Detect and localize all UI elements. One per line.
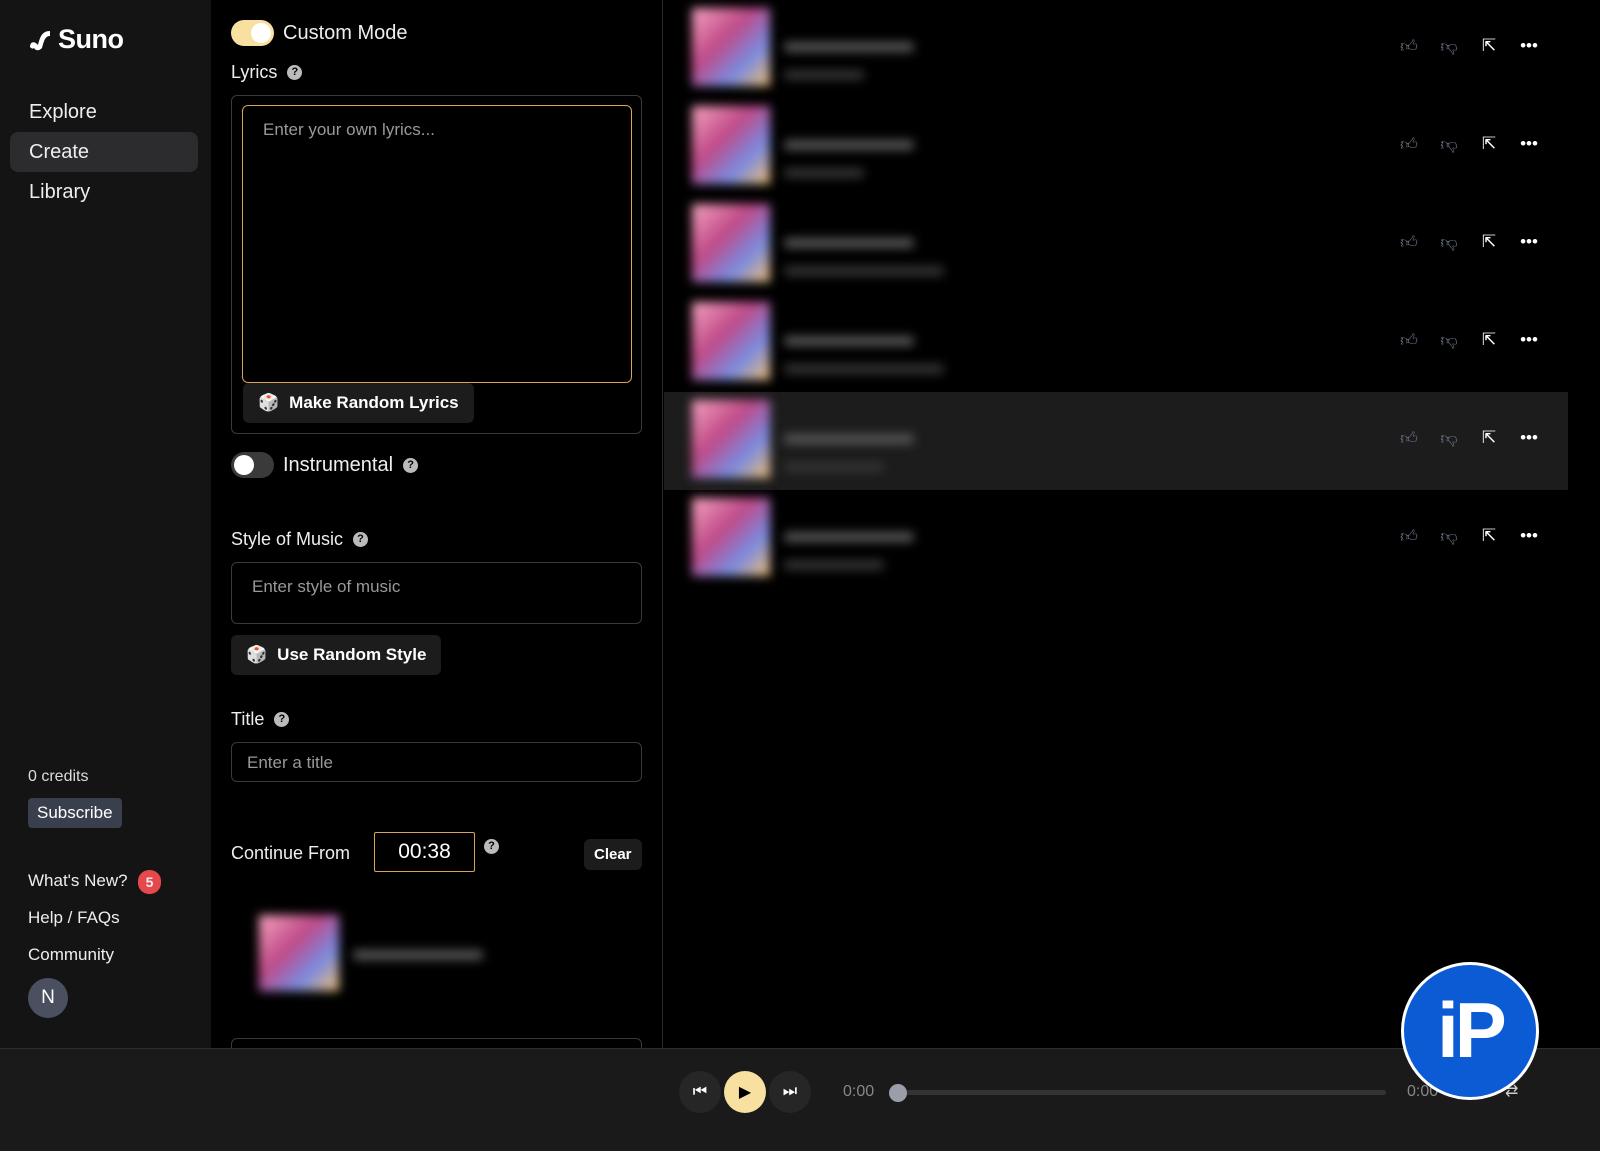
previous-button[interactable]: ⏮ xyxy=(679,1071,721,1113)
progress-slider[interactable] xyxy=(900,1090,1386,1095)
current-time: 0:00 xyxy=(843,1083,875,1100)
use-random-style-label: Use Random Style xyxy=(277,645,427,664)
style-input[interactable]: Enter style of music xyxy=(231,562,642,624)
song-row[interactable]: 👍︎ 👎︎ ⇱ ••• xyxy=(664,98,1568,196)
make-random-lyrics-label: Make Random Lyrics xyxy=(289,393,459,412)
more-icon[interactable]: ••• xyxy=(1520,36,1538,56)
song-row[interactable]: 👍︎ 👎︎ ⇱ ••• xyxy=(664,196,1568,294)
song-thumbnail xyxy=(692,302,770,380)
more-icon[interactable]: ••• xyxy=(1520,134,1538,154)
share-icon[interactable]: ⇱ xyxy=(1480,36,1498,56)
make-random-lyrics-button[interactable]: 🎲 Make Random Lyrics xyxy=(243,383,474,423)
clear-button[interactable]: Clear xyxy=(584,839,642,870)
continue-from-input[interactable]: 00:38 xyxy=(374,832,475,872)
help-icon[interactable]: ? xyxy=(274,712,290,727)
suno-wave-icon xyxy=(30,30,50,50)
watermark-logo: iP xyxy=(1401,962,1539,1100)
play-icon: ▶ xyxy=(738,1084,752,1101)
skip-back-icon: ⏮ xyxy=(692,1083,708,1100)
use-random-style-button[interactable]: 🎲 Use Random Style xyxy=(231,635,442,675)
help-icon[interactable]: ? xyxy=(484,839,499,854)
song-thumbnail xyxy=(692,204,770,282)
song-thumbnail xyxy=(692,498,770,576)
avatar[interactable]: N xyxy=(28,978,68,1018)
thumbs-down-icon[interactable]: 👎︎ xyxy=(1440,232,1458,252)
skip-forward-icon: ⏭ xyxy=(782,1083,798,1100)
share-icon[interactable]: ⇱ xyxy=(1480,134,1498,154)
dice-icon: 🎲 xyxy=(258,393,280,412)
next-button[interactable]: ⏭ xyxy=(769,1071,811,1113)
thumbs-down-icon[interactable]: 👎︎ xyxy=(1440,36,1458,56)
whats-new-link[interactable]: What's New? 5 xyxy=(28,870,162,907)
notification-badge: 5 xyxy=(137,870,162,894)
sidebar-item-explore[interactable]: Explore xyxy=(10,92,198,132)
song-thumbnail xyxy=(692,400,770,478)
song-thumbnail xyxy=(692,106,770,184)
song-row[interactable]: 👍︎ 👎︎ ⇱ ••• xyxy=(664,490,1568,588)
thumbs-up-icon[interactable]: 👍︎ xyxy=(1400,134,1418,154)
thumbs-up-icon[interactable]: 👍︎ xyxy=(1400,526,1418,546)
help-icon[interactable]: ? xyxy=(403,458,419,473)
thumbs-up-icon[interactable]: 👍︎ xyxy=(1400,330,1418,350)
thumbs-up-icon[interactable]: 👍︎ xyxy=(1400,232,1418,252)
instrumental-toggle[interactable] xyxy=(231,452,274,478)
sidebar: Suno Explore Create Library 0 credits Su… xyxy=(0,0,211,1048)
credits-count: 0 credits xyxy=(28,768,89,785)
player-bar: ⏮ ▶ ⏭ 0:00 0:00 ⇄ xyxy=(0,1048,1600,1151)
continue-song-thumbnail xyxy=(259,915,339,991)
song-row[interactable]: 👍︎ 👎︎ ⇱ ••• xyxy=(664,0,1568,98)
play-button[interactable]: ▶ xyxy=(724,1071,766,1113)
whats-new-label: What's New? xyxy=(28,871,128,890)
title-label: Title xyxy=(231,709,265,729)
lyrics-textarea[interactable]: Enter your own lyrics... xyxy=(242,105,632,383)
thumbs-down-icon[interactable]: 👎︎ xyxy=(1440,526,1458,546)
community-link[interactable]: Community xyxy=(28,944,161,981)
song-thumbnail xyxy=(692,8,770,86)
app-name: Suno xyxy=(58,24,124,54)
thumbs-up-icon[interactable]: 👍︎ xyxy=(1400,428,1418,448)
more-icon[interactable]: ••• xyxy=(1520,232,1538,252)
instrumental-label: Instrumental xyxy=(283,454,394,476)
more-icon[interactable]: ••• xyxy=(1520,330,1538,350)
share-icon[interactable]: ⇱ xyxy=(1480,232,1498,252)
lyrics-label: Lyrics xyxy=(231,62,278,82)
sidebar-item-create[interactable]: Create xyxy=(10,132,198,172)
progress-knob[interactable] xyxy=(889,1084,907,1102)
style-label: Style of Music xyxy=(231,529,344,549)
custom-mode-toggle[interactable] xyxy=(231,20,274,46)
more-icon[interactable]: ••• xyxy=(1520,526,1538,546)
share-icon[interactable]: ⇱ xyxy=(1480,428,1498,448)
help-icon[interactable]: ? xyxy=(287,65,303,80)
subscribe-button[interactable]: Subscribe xyxy=(28,798,122,828)
thumbs-down-icon[interactable]: 👎︎ xyxy=(1440,330,1458,350)
help-icon[interactable]: ? xyxy=(353,532,369,547)
create-form: Custom Mode Lyrics? Enter your own lyric… xyxy=(211,0,663,1058)
share-icon[interactable]: ⇱ xyxy=(1480,526,1498,546)
suno-logo[interactable]: Suno xyxy=(28,24,124,55)
thumbs-down-icon[interactable]: 👎︎ xyxy=(1440,428,1458,448)
continue-from-label: Continue From xyxy=(231,843,351,863)
dice-icon: 🎲 xyxy=(246,645,268,664)
sidebar-item-library[interactable]: Library xyxy=(10,172,198,212)
title-input[interactable]: Enter a title xyxy=(231,742,642,782)
custom-mode-label: Custom Mode xyxy=(283,22,408,44)
share-icon[interactable]: ⇱ xyxy=(1480,330,1498,350)
title-placeholder: Enter a title xyxy=(247,753,333,772)
style-placeholder: Enter style of music xyxy=(252,577,401,596)
blurred-text xyxy=(353,950,483,960)
song-list: 👍︎ 👎︎ ⇱ ••• 👍︎ 👎︎ ⇱ ••• 👍︎ 👎︎ ⇱ ••• 👍︎ 👎︎ ⇱ ••• 👍︎ 👎︎… xyxy=(664,0,1568,1048)
thumbs-down-icon[interactable]: 👎︎ xyxy=(1440,134,1458,154)
lyrics-placeholder: Enter your own lyrics... xyxy=(263,120,435,139)
song-row[interactable]: 👍︎ 👎︎ ⇱ ••• xyxy=(664,392,1568,490)
help-link[interactable]: Help / FAQs xyxy=(28,907,161,944)
thumbs-up-icon[interactable]: 👍︎ xyxy=(1400,36,1418,56)
song-row[interactable]: 👍︎ 👎︎ ⇱ ••• xyxy=(664,294,1568,392)
more-icon[interactable]: ••• xyxy=(1520,428,1538,448)
